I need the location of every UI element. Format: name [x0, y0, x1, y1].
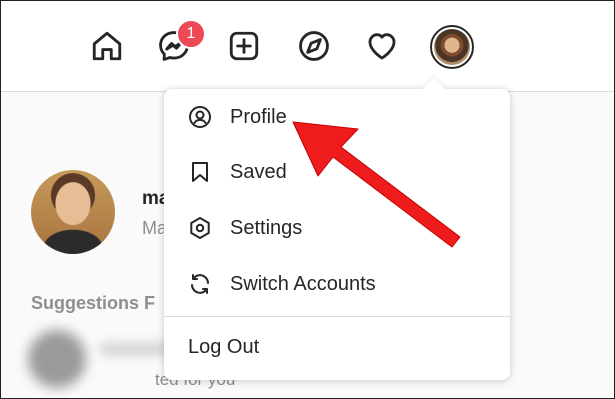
avatar [434, 29, 470, 65]
home-icon[interactable] [89, 28, 125, 64]
menu-item-label: Switch Accounts [230, 272, 376, 295]
top-nav-bar: 1 [0, 0, 615, 92]
suggestion-name-blurred [100, 342, 170, 356]
profile-icon [187, 104, 213, 130]
menu-item-switch-accounts[interactable]: Switch Accounts [164, 260, 510, 308]
suggestions-heading: Suggestions F [31, 293, 156, 313]
bookmark-icon [187, 159, 213, 185]
profile-dropdown-menu: Profile Saved Settings Switch Accounts L… [164, 89, 510, 380]
explore-icon[interactable] [296, 28, 332, 64]
logout-label: Log Out [188, 335, 260, 358]
menu-item-saved[interactable]: Saved [164, 148, 510, 196]
menu-item-label: Profile [230, 105, 287, 128]
menu-divider [164, 316, 510, 317]
switch-accounts-icon [187, 271, 213, 297]
menu-item-label: Settings [230, 216, 303, 239]
suggestion-avatar[interactable] [28, 330, 86, 388]
new-post-icon[interactable] [226, 28, 262, 64]
settings-gear-icon [187, 215, 213, 241]
activity-heart-icon[interactable] [364, 28, 400, 64]
user-avatar[interactable] [31, 170, 115, 254]
notification-badge: 1 [176, 19, 206, 49]
menu-item-label: Saved [230, 160, 287, 183]
profile-avatar-button[interactable] [430, 25, 474, 69]
menu-item-profile[interactable]: Profile [164, 93, 510, 141]
menu-item-settings[interactable]: Settings [164, 204, 510, 252]
logout-button[interactable]: Log Out [164, 323, 510, 371]
